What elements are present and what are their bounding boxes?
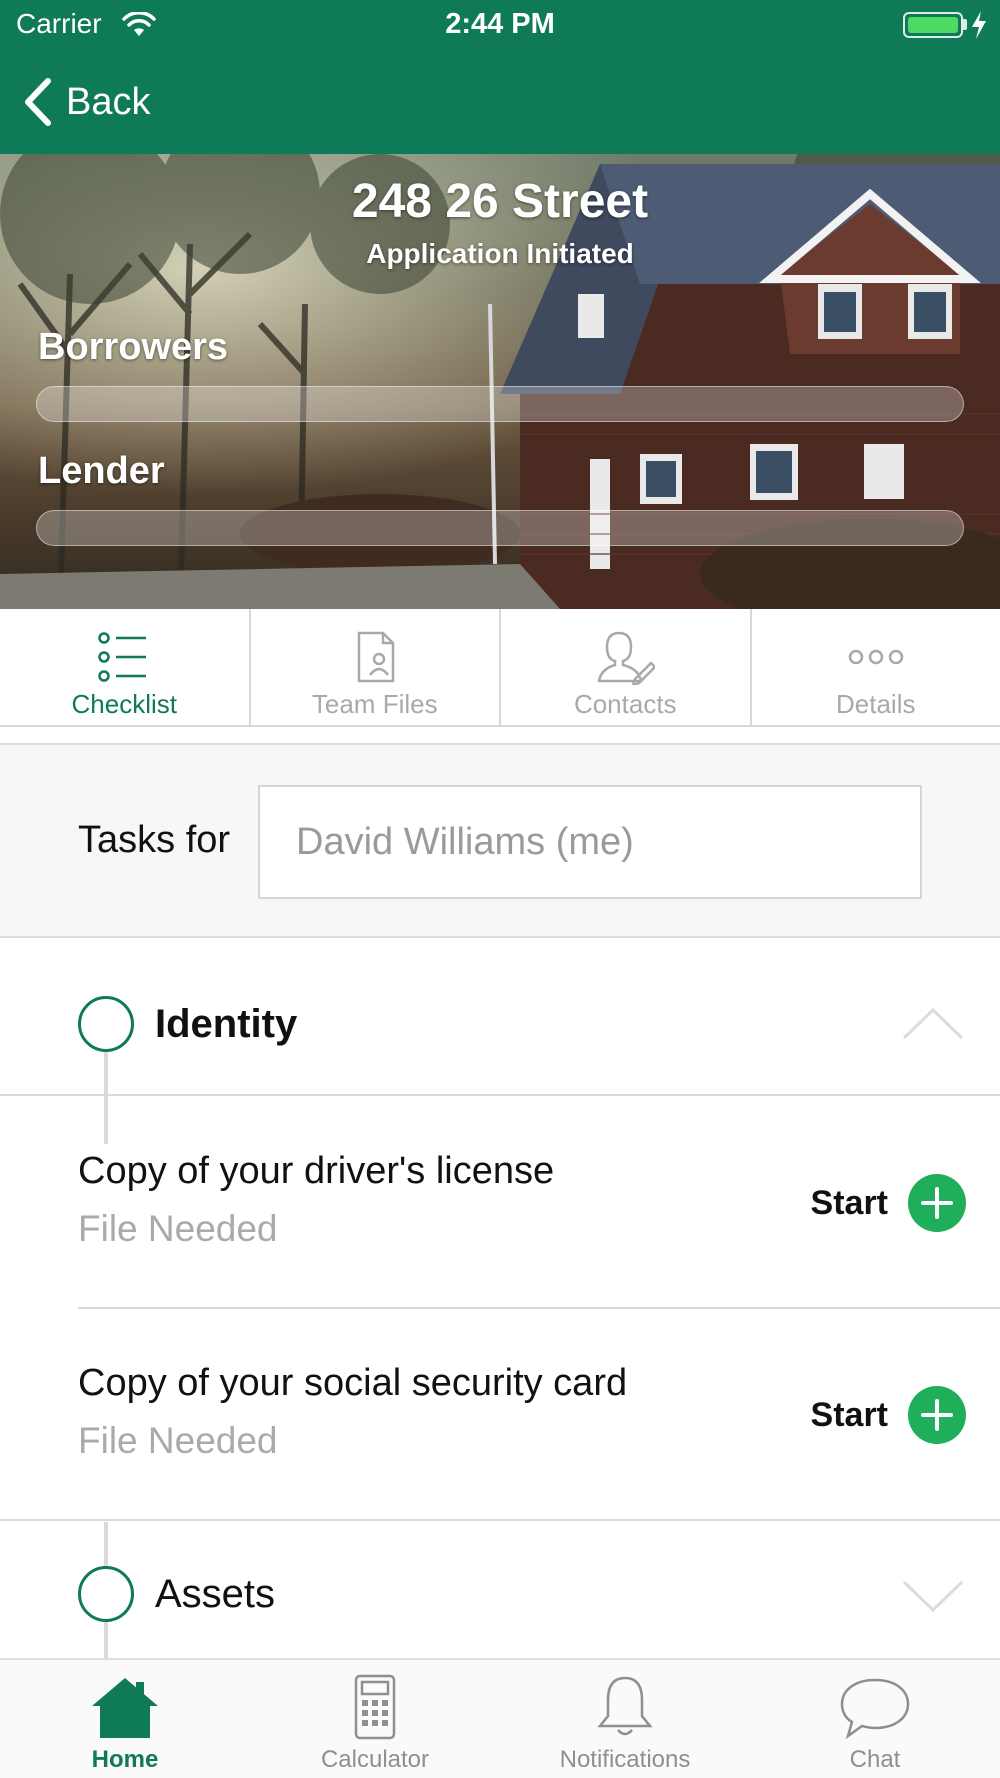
borrowers-label: Borrowers xyxy=(38,326,229,368)
battery-tip xyxy=(963,19,967,30)
status-time: 2:44 PM xyxy=(445,8,555,40)
home-icon xyxy=(92,1678,158,1738)
tab-label: Details xyxy=(836,689,916,719)
start-task-button[interactable]: Start xyxy=(790,1172,966,1234)
bottom-tab-label: Chat xyxy=(849,1746,901,1773)
bottom-tab-bar: Home Calculator Notifications Chat xyxy=(0,1658,1000,1778)
tab-checklist[interactable]: Checklist xyxy=(0,609,251,725)
tasks-for-label: Tasks for xyxy=(78,819,231,861)
task-filter: Tasks for xyxy=(0,743,1000,938)
section-title: Assets xyxy=(155,1572,276,1616)
divider xyxy=(0,1094,1000,1096)
tab-label: Checklist xyxy=(71,689,177,719)
file-person-icon xyxy=(357,631,394,683)
task-title: Copy of your social security card xyxy=(78,1362,628,1404)
start-label: Start xyxy=(810,1183,888,1222)
tab-contacts[interactable]: Contacts xyxy=(501,609,752,725)
section-status-circle xyxy=(78,1566,134,1622)
more-dots-icon xyxy=(848,649,903,665)
checklist-icon xyxy=(98,632,147,682)
plus-icon xyxy=(908,1174,966,1232)
navigation-bar: Carrier 2:44 PM Back xyxy=(0,0,1000,154)
checklist: Identity Copy of your driver's license F… xyxy=(0,952,1000,1658)
chevron-up-icon xyxy=(902,1007,964,1040)
section-title: Identity xyxy=(155,1002,298,1046)
chat-bubble-icon xyxy=(840,1678,910,1740)
divider xyxy=(78,1307,1000,1309)
lender-label: Lender xyxy=(38,450,165,492)
application-status: Application Initiated xyxy=(366,238,634,269)
borrowers-bar[interactable] xyxy=(36,386,964,422)
status-bar: Carrier 2:44 PM xyxy=(0,0,1000,50)
task-status: File Needed xyxy=(78,1420,278,1461)
start-task-button[interactable]: Start xyxy=(790,1384,966,1446)
back-button[interactable]: Back xyxy=(22,74,150,130)
battery-icon xyxy=(903,12,963,38)
bottom-tab-label: Home xyxy=(91,1746,159,1773)
bottom-tab-label: Calculator xyxy=(320,1746,430,1773)
plus-icon xyxy=(908,1386,966,1444)
property-address: 248 26 Street xyxy=(351,175,649,228)
section-status-circle xyxy=(78,996,134,1052)
calculator-icon xyxy=(354,1674,396,1740)
section-tabs: Checklist Team Files Contacts Details xyxy=(0,609,1000,727)
bottom-tab-notifications[interactable]: Notifications xyxy=(500,1660,750,1778)
lender-bar[interactable] xyxy=(36,510,964,546)
tab-details[interactable]: Details xyxy=(752,609,1000,725)
tab-label: Contacts xyxy=(573,689,677,719)
start-label: Start xyxy=(810,1395,888,1434)
bottom-tab-home[interactable]: Home xyxy=(0,1660,250,1778)
bottom-tab-calculator[interactable]: Calculator xyxy=(250,1660,500,1778)
bottom-tab-label: Notifications xyxy=(559,1746,691,1773)
person-edit-icon xyxy=(597,631,656,685)
bell-icon xyxy=(597,1676,653,1736)
bottom-tab-chat[interactable]: Chat xyxy=(750,1660,1000,1778)
chevron-down-icon xyxy=(902,1580,964,1613)
task-title: Copy of your driver's license xyxy=(78,1150,555,1192)
tab-team-files[interactable]: Team Files xyxy=(251,609,501,725)
chevron-left-icon xyxy=(25,78,51,126)
divider xyxy=(0,1519,1000,1521)
back-label: Back xyxy=(66,80,151,123)
charging-bolt-icon xyxy=(972,11,986,39)
property-header: 248 26 Street Application Initiated Borr… xyxy=(0,154,1000,609)
task-status: File Needed xyxy=(78,1208,278,1249)
assignee-selector[interactable] xyxy=(258,785,922,899)
tab-label: Team Files xyxy=(311,689,438,719)
